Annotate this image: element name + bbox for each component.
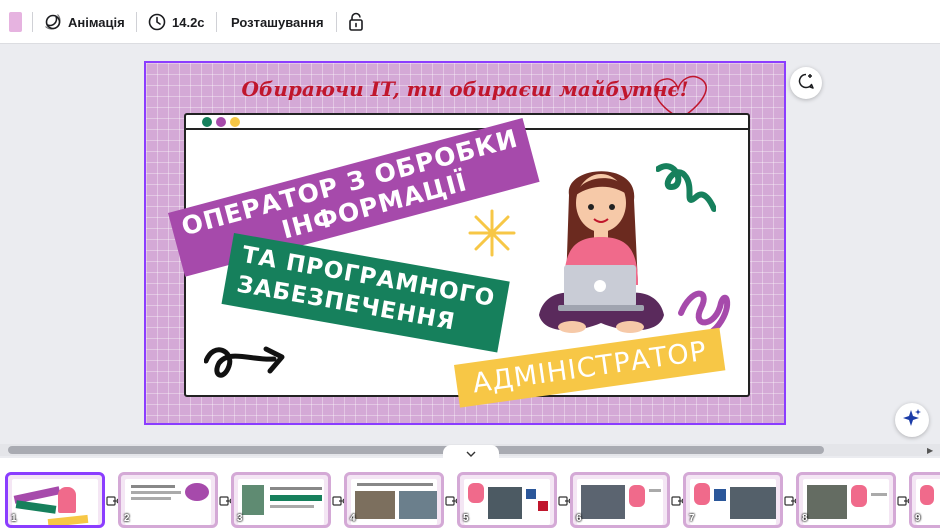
thumbnail-preview xyxy=(464,479,550,525)
thumb-photo xyxy=(242,485,264,515)
page-number: 1 xyxy=(11,513,17,524)
duration-button[interactable]: 14.2с xyxy=(148,12,205,32)
animation-icon xyxy=(44,13,62,31)
thumb-figure xyxy=(629,485,645,507)
thumb-figure xyxy=(58,487,76,513)
thumb-photo xyxy=(488,487,522,519)
toolbar-divider xyxy=(216,12,217,32)
color-swatch[interactable] xyxy=(9,12,22,32)
thumb-tag xyxy=(47,514,89,525)
thumb-photo xyxy=(355,491,395,519)
window-dot xyxy=(230,117,240,127)
black-arrow-doodle xyxy=(204,346,285,378)
thumb-figure xyxy=(468,483,484,503)
thumb-photo xyxy=(581,485,625,519)
animation-button[interactable]: Анімація xyxy=(44,12,125,32)
thumb-text-line xyxy=(357,483,433,486)
window-dot xyxy=(202,117,212,127)
thumb-photo xyxy=(807,485,847,519)
thumb-text-line xyxy=(270,495,322,501)
page-thumbnail[interactable]: 8 xyxy=(796,472,896,528)
thumb-text-line xyxy=(270,505,314,508)
editor-toolbar: Анімація 14.2с Розташування xyxy=(0,0,940,44)
position-label: Розташування xyxy=(231,14,324,30)
sparkle-icon xyxy=(902,408,922,433)
thumb-text-line xyxy=(131,491,181,494)
thumb-text-line xyxy=(649,489,661,492)
thumbnail-preview xyxy=(577,479,663,525)
window-dot xyxy=(216,117,226,127)
thumb-text-line xyxy=(270,487,322,490)
thumbnail-preview xyxy=(351,479,437,525)
scrollbar-thumb[interactable] xyxy=(8,446,824,454)
page-filmstrip: 1 2 3 4 5 6 7 8 9 xyxy=(0,458,940,528)
page-number: 6 xyxy=(576,513,582,524)
page-number: 2 xyxy=(124,513,130,524)
thumb-text-line xyxy=(131,485,175,488)
thumb-figure xyxy=(851,485,867,507)
thumb-text-line xyxy=(871,493,887,496)
clock-icon xyxy=(148,13,166,31)
thumb-photo xyxy=(730,487,776,519)
thumb-tag xyxy=(15,500,57,514)
thumb-app-icon xyxy=(526,489,536,499)
page-thumbnail[interactable]: 2 xyxy=(118,472,218,528)
page-thumbnail[interactable]: 7 xyxy=(683,472,783,528)
thumbnail-preview xyxy=(125,479,211,525)
thumb-figure xyxy=(920,485,934,505)
animation-label: Анімація xyxy=(68,14,125,30)
toolbar-divider xyxy=(136,12,137,32)
thumb-figure xyxy=(694,483,710,505)
page-number: 7 xyxy=(689,513,695,524)
thumbnail-preview xyxy=(803,479,889,525)
add-comment-button[interactable] xyxy=(790,67,822,99)
thumbnail-preview xyxy=(690,479,776,525)
page-number: 5 xyxy=(463,513,469,524)
page-thumbnail[interactable]: 9 xyxy=(909,472,940,528)
magic-assistant-button[interactable] xyxy=(895,403,929,437)
girl-with-laptop-illustration xyxy=(539,171,664,333)
thumb-figure xyxy=(185,483,209,501)
thumbnail-preview xyxy=(238,479,324,525)
yellow-asterisk-doodle xyxy=(468,209,516,257)
thumbnail-preview xyxy=(12,479,98,525)
page-number: 3 xyxy=(237,513,243,524)
toolbar-divider xyxy=(32,12,33,32)
comment-plus-icon xyxy=(797,72,815,95)
window-title-bar xyxy=(186,115,748,130)
thumb-text-line xyxy=(131,497,171,500)
page-number: 4 xyxy=(350,513,356,524)
lock-button[interactable] xyxy=(348,12,364,32)
duration-label: 14.2с xyxy=(172,14,205,30)
toolbar-divider xyxy=(336,12,337,32)
page-number: 9 xyxy=(915,513,921,524)
thumb-app-icon xyxy=(714,489,726,501)
page-thumbnail[interactable]: 4 xyxy=(344,472,444,528)
page-thumbnail[interactable]: 5 xyxy=(457,472,557,528)
page-number: 8 xyxy=(802,513,808,524)
green-swirl-doodle xyxy=(656,163,716,212)
page-thumbnail[interactable]: 1 xyxy=(5,472,105,528)
slide-canvas[interactable]: Обираючи IT, ти обираєш майбутнє! ОПЕРАТ… xyxy=(144,61,786,425)
lock-icon xyxy=(348,12,364,32)
thumb-photo xyxy=(399,491,437,519)
position-button[interactable]: Розташування xyxy=(231,12,324,32)
page-thumbnail[interactable]: 6 xyxy=(570,472,670,528)
page-thumbnail[interactable]: 3 xyxy=(231,472,331,528)
scroll-right-arrow-icon[interactable]: ▶ xyxy=(927,446,933,455)
thumb-app-icon xyxy=(538,501,548,511)
